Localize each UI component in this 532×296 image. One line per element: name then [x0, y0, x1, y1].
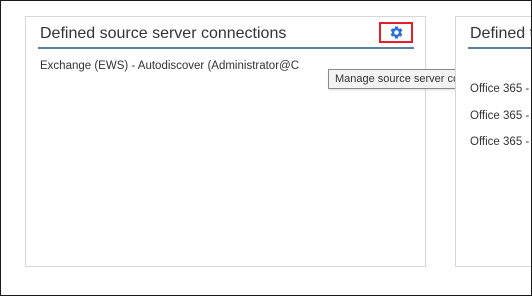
- target-connection-item[interactable]: Office 365 -: [470, 110, 529, 122]
- window-frame: Defined source server connections Exchan…: [0, 0, 532, 296]
- source-panel-title: Defined source server connections: [40, 25, 287, 42]
- connection-item[interactable]: Exchange (EWS) - Autodiscover (Administr…: [40, 60, 299, 72]
- manage-source-connection-button[interactable]: [379, 22, 413, 43]
- source-panel-divider: [38, 47, 414, 49]
- target-connection-item[interactable]: Office 365 -: [470, 83, 529, 95]
- target-connections-panel: Defined t Office 365 - Office 365 - Offi…: [455, 16, 532, 267]
- gear-icon: [390, 26, 402, 39]
- target-panel-divider: [468, 47, 531, 49]
- target-panel-title: Defined t: [470, 25, 532, 42]
- source-connections-panel: Defined source server connections Exchan…: [25, 16, 508, 267]
- target-connection-item[interactable]: Office 365 -: [470, 136, 529, 148]
